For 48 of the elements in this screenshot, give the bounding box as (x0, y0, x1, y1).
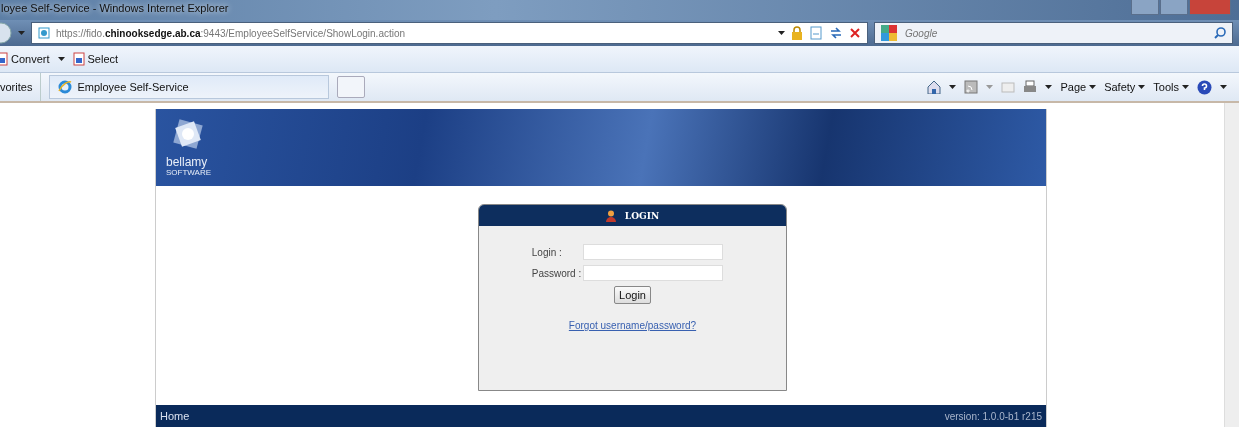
caret-icon (1182, 85, 1189, 89)
caret-icon (1138, 85, 1146, 89)
dropdown-icon[interactable] (949, 85, 957, 89)
search-icon[interactable] (1214, 27, 1226, 39)
logo-subtext: SOFTWARE (166, 168, 212, 177)
caret-icon (1089, 85, 1097, 89)
new-tab-button[interactable] (337, 76, 366, 98)
help-icon[interactable] (1197, 79, 1212, 95)
lock-icon (791, 26, 803, 40)
home-icon[interactable] (927, 80, 942, 94)
refresh-icon[interactable] (829, 26, 843, 40)
stop-icon[interactable] (849, 27, 861, 39)
dropdown-icon[interactable] (1045, 85, 1053, 89)
menu-button[interactable]: Safety (1104, 81, 1146, 93)
forgot-password-link[interactable]: Forgot username/password? (568, 320, 697, 331)
toolbar-button[interactable]: Convert (0, 52, 50, 66)
page-icon (38, 27, 50, 39)
feed-icon[interactable] (964, 80, 979, 94)
search-input[interactable]: Google (903, 26, 1208, 40)
browser-tab[interactable]: Employee Self-Service (49, 75, 330, 99)
field-label: Password : (531, 267, 582, 279)
minimize-button[interactable] (1131, 0, 1159, 15)
input-field[interactable] (583, 265, 724, 281)
toolbar-button[interactable]: Select (72, 52, 119, 66)
address-field[interactable]: https://fido.chinooksedge.ab.ca:9443/EmployeeSelfService/ShowLogin.action (31, 22, 868, 44)
window-title: loyee Self-Service - Windows Internet Explorer (1, 1, 229, 14)
select-icon (72, 52, 85, 66)
dropdown-icon[interactable] (778, 31, 785, 35)
scrollbar[interactable] (1224, 103, 1239, 427)
dropdown-icon[interactable] (57, 57, 65, 61)
maximize-button[interactable] (1160, 0, 1188, 15)
home-link[interactable]: Home (160, 410, 190, 422)
panel-title: LOGIN (624, 210, 660, 221)
favorites-button[interactable]: vorites (0, 73, 42, 101)
menu-button[interactable]: Page (1060, 81, 1097, 93)
logo-text: bellamy (166, 156, 208, 168)
version-text: version: 1.0.0-b1 r215 (944, 410, 1042, 422)
search-field[interactable]: Google (874, 22, 1233, 44)
print-icon[interactable] (1023, 80, 1038, 94)
user-icon (605, 209, 616, 222)
input-field[interactable] (583, 244, 724, 260)
ie-icon (58, 80, 73, 94)
dropdown-icon[interactable] (1220, 85, 1227, 89)
url-text: https://fido.chinooksedge.ab.ca:9443/EmployeeSelfService/ShowLogin.action (56, 27, 406, 39)
field-label: Login : (531, 246, 563, 258)
search-provider-icon (881, 25, 897, 41)
menu-button[interactable]: Tools (1153, 81, 1189, 93)
login-button[interactable]: Login (614, 286, 651, 304)
